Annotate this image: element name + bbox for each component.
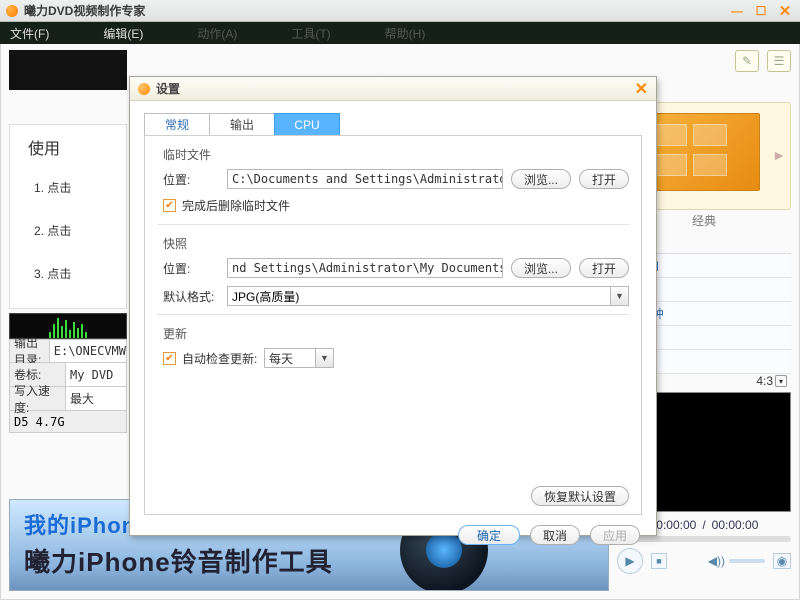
snap-loc-input[interactable]: nd Settings\Administrator\My Documents\M… bbox=[227, 258, 503, 278]
dialog-close-button[interactable]: ✕ bbox=[635, 79, 648, 99]
update-interval-select[interactable]: 每天▼ bbox=[264, 348, 334, 368]
chevron-down-icon[interactable]: ▾ bbox=[775, 375, 787, 387]
wizard-header: 使用 bbox=[28, 135, 126, 159]
write-speed-label: 写入速度: bbox=[10, 387, 66, 410]
wizard-panel: 使用 1. 点击 2. 点击 3. 点击 bbox=[9, 124, 127, 309]
write-speed-field[interactable]: 最大 bbox=[66, 387, 126, 410]
disc-capacity[interactable]: D5 4.7G bbox=[9, 411, 127, 433]
menu-tool[interactable]: 工具(T) bbox=[291, 25, 330, 42]
app-logo-icon bbox=[6, 5, 18, 17]
group-temp-header: 临时文件 bbox=[163, 146, 629, 163]
wizard-step: 3. 点击 bbox=[34, 265, 126, 282]
auto-update-label: 自动检查更新: bbox=[182, 350, 257, 367]
preview-strip bbox=[9, 50, 127, 90]
snapshot-button[interactable]: ◉ bbox=[773, 553, 791, 569]
window-title: 曦力DVD视频制作专家 bbox=[24, 2, 145, 19]
chevron-down-icon: ▼ bbox=[315, 349, 333, 367]
aspect-ratio[interactable]: 4:3▾ bbox=[756, 374, 787, 388]
output-dir-label: 输出目录: bbox=[10, 340, 50, 362]
dialog-title: 设置 bbox=[156, 80, 180, 97]
list-icon[interactable]: ☰ bbox=[767, 50, 791, 72]
chevron-down-icon: ▼ bbox=[610, 287, 628, 305]
group-update-header: 更新 bbox=[163, 325, 629, 342]
snap-open-button[interactable]: 打开 bbox=[579, 258, 629, 278]
temp-open-button[interactable]: 打开 bbox=[579, 169, 629, 189]
menu-action[interactable]: 动作(A) bbox=[197, 25, 237, 42]
snap-fmt-select[interactable]: JPG(高质量)▼ bbox=[227, 286, 629, 306]
group-snapshot-header: 快照 bbox=[163, 235, 629, 252]
menu-bar: 文件(F) 编辑(E) 动作(A) 工具(T) 帮助(H) bbox=[0, 22, 800, 44]
minimize-button[interactable]: — bbox=[728, 4, 746, 18]
gear-icon bbox=[138, 83, 150, 95]
menu-help[interactable]: 帮助(H) bbox=[385, 25, 426, 42]
banner-line2: 曦力iPhone铃音制作工具 bbox=[24, 542, 594, 579]
maximize-button[interactable]: ☐ bbox=[752, 4, 770, 18]
play-button[interactable]: ▶ bbox=[617, 548, 643, 574]
ok-button[interactable]: 确定 bbox=[458, 525, 520, 545]
volume-field[interactable]: My DVD bbox=[66, 363, 126, 386]
edit-icon[interactable]: ✎ bbox=[735, 50, 759, 72]
delete-temp-label: 完成后删除临时文件 bbox=[182, 197, 290, 214]
temp-loc-label: 位置: bbox=[163, 171, 219, 188]
menu-edit[interactable]: 编辑(E) bbox=[103, 25, 143, 42]
tab-general[interactable]: 常规 bbox=[144, 113, 210, 135]
snap-browse-button[interactable]: 浏览... bbox=[511, 258, 571, 278]
snap-fmt-label: 默认格式: bbox=[163, 288, 219, 305]
temp-browse-button[interactable]: 浏览... bbox=[511, 169, 571, 189]
wizard-step: 2. 点击 bbox=[34, 222, 126, 239]
title-bar: 曦力DVD视频制作专家 — ☐ ✕ bbox=[0, 0, 800, 22]
temp-loc-input[interactable]: C:\Documents and Settings\Administrator\… bbox=[227, 169, 503, 189]
settings-dialog: 设置 ✕ 常规 输出 CPU 临时文件 位置: C:\Documents and… bbox=[129, 76, 657, 536]
tab-cpu[interactable]: CPU bbox=[274, 113, 340, 135]
template-preview[interactable] bbox=[642, 113, 760, 191]
apply-button[interactable]: 应用 bbox=[590, 525, 640, 545]
cancel-button[interactable]: 取消 bbox=[530, 525, 580, 545]
output-dir-field[interactable]: E:\ONECVMW bbox=[50, 340, 126, 362]
time-total: 00:00:00 bbox=[712, 518, 759, 532]
restore-defaults-button[interactable]: 恢复默认设置 bbox=[531, 486, 629, 506]
tab-output[interactable]: 输出 bbox=[209, 113, 275, 135]
close-button[interactable]: ✕ bbox=[776, 4, 794, 18]
volume-icon[interactable]: ◀)) bbox=[708, 554, 725, 568]
snap-loc-label: 位置: bbox=[163, 260, 219, 277]
wizard-step: 1. 点击 bbox=[34, 179, 126, 196]
delete-temp-checkbox[interactable]: ✔ bbox=[163, 199, 176, 212]
stop-button[interactable]: ■ bbox=[651, 553, 667, 569]
seek-bar[interactable] bbox=[617, 536, 791, 542]
volume-slider[interactable] bbox=[729, 559, 765, 563]
auto-update-checkbox[interactable]: ✔ bbox=[163, 352, 176, 365]
menu-file[interactable]: 文件(F) bbox=[10, 25, 49, 42]
next-template-button[interactable]: ► bbox=[772, 145, 786, 165]
